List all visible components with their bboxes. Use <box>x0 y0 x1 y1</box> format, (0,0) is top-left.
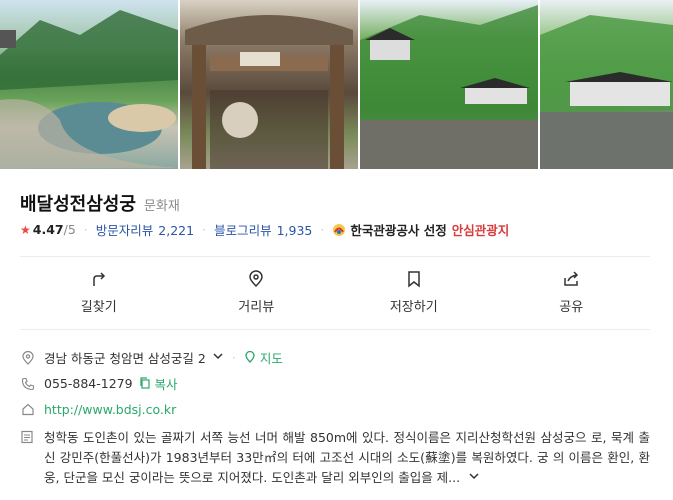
copy-icon <box>139 377 150 389</box>
phone-row: 055-884-1279 복사 <box>20 374 178 393</box>
description-text: 청학동 도인촌이 있는 골짜기 서쪽 능선 너머 해발 850m에 있다. 정식… <box>44 428 650 488</box>
save-label: 저장하기 <box>389 299 438 315</box>
location-icon <box>20 350 36 366</box>
palace-scene-image <box>540 15 673 169</box>
blog-review-count: 1,935 <box>276 223 313 238</box>
location-pin-icon <box>249 269 264 287</box>
map-label: 지도 <box>259 351 283 366</box>
meta-row: ★ 4.47 /5 · 방문자리뷰 2,221 · 블로그리뷰 1,935 · 한국… <box>20 220 509 239</box>
blog-review-link[interactable]: 블로그리뷰 1,935 <box>214 220 312 239</box>
visitor-review-link[interactable]: 방문자리뷰 2,221 <box>96 220 194 239</box>
photo-3-hall[interactable] <box>360 0 538 169</box>
phone-number: 055-884-1279 <box>44 376 133 391</box>
share-icon <box>564 270 579 286</box>
description-expand-icon[interactable] <box>468 470 480 485</box>
gate-scene-image <box>185 15 353 169</box>
directions-icon <box>93 271 105 286</box>
map-link[interactable]: 지도 <box>244 348 283 367</box>
photo-4-hall[interactable] <box>540 0 673 169</box>
address-text: 경남 하동군 청암면 삼성궁길 2 <box>44 351 206 366</box>
directions-button[interactable]: 길찾기 <box>20 256 178 328</box>
directions-label: 길찾기 <box>80 299 117 315</box>
streetview-label: 거리뷰 <box>238 299 275 315</box>
star-icon: ★ <box>20 222 31 237</box>
bookmark-icon <box>408 270 420 288</box>
divider <box>20 329 650 330</box>
rating-value: 4.47 <box>32 222 64 237</box>
map-pin-icon <box>245 350 255 363</box>
photo-1-pond[interactable] <box>0 0 178 169</box>
website-row: http://www.bdsj.co.kr <box>20 401 176 417</box>
description-icon <box>20 430 36 446</box>
tourism-badge-icon <box>333 223 346 236</box>
share-label: 공유 <box>559 299 584 315</box>
badge-text: 한국관광공사 선정 <box>350 223 447 238</box>
place-category: 문화재 <box>143 199 180 214</box>
visitor-review-label: 방문자리뷰 <box>95 223 154 238</box>
photo-gallery[interactable] <box>0 0 673 169</box>
photo-2-gate[interactable] <box>180 0 358 169</box>
address-expand-icon[interactable] <box>212 350 224 365</box>
description-body: 청학동 도인촌이 있는 골짜기 서쪽 능선 너머 해발 850m에 있다. 정식… <box>44 430 650 485</box>
blog-review-label: 블로그리뷰 <box>214 223 272 238</box>
separator-dot: · <box>231 350 236 365</box>
website-link[interactable]: http://www.bdsj.co.kr <box>44 402 176 417</box>
streetview-button[interactable]: 거리뷰 <box>178 256 336 328</box>
save-button[interactable]: 저장하기 <box>335 256 493 328</box>
address-row: 경남 하동군 청암면 삼성궁길 2 · 지도 <box>20 348 283 367</box>
separator-dot: · <box>83 222 88 237</box>
action-bar: 길찾기 거리뷰 저장하기 공유 <box>20 256 650 328</box>
rating-max: /5 <box>63 222 76 237</box>
copy-button[interactable]: 복사 <box>139 374 178 393</box>
badge-accent: 안심관광지 <box>451 223 510 238</box>
phone-icon <box>20 376 36 392</box>
visitor-review-count: 2,221 <box>158 223 195 238</box>
hall-scene-image <box>360 5 538 169</box>
share-button[interactable]: 공유 <box>493 256 651 328</box>
place-name: 배달성전삼성궁 <box>20 194 136 215</box>
title-row: 배달성전삼성궁 문화재 <box>20 190 180 216</box>
separator-dot: · <box>320 222 325 237</box>
pond-scene-image <box>0 10 178 169</box>
copy-label: 복사 <box>154 377 178 392</box>
separator-dot: · <box>202 222 207 237</box>
home-icon <box>20 401 36 417</box>
description-row: 청학동 도인촌이 있는 골짜기 서쪽 능선 너머 해발 850m에 있다. 정식… <box>20 428 650 488</box>
